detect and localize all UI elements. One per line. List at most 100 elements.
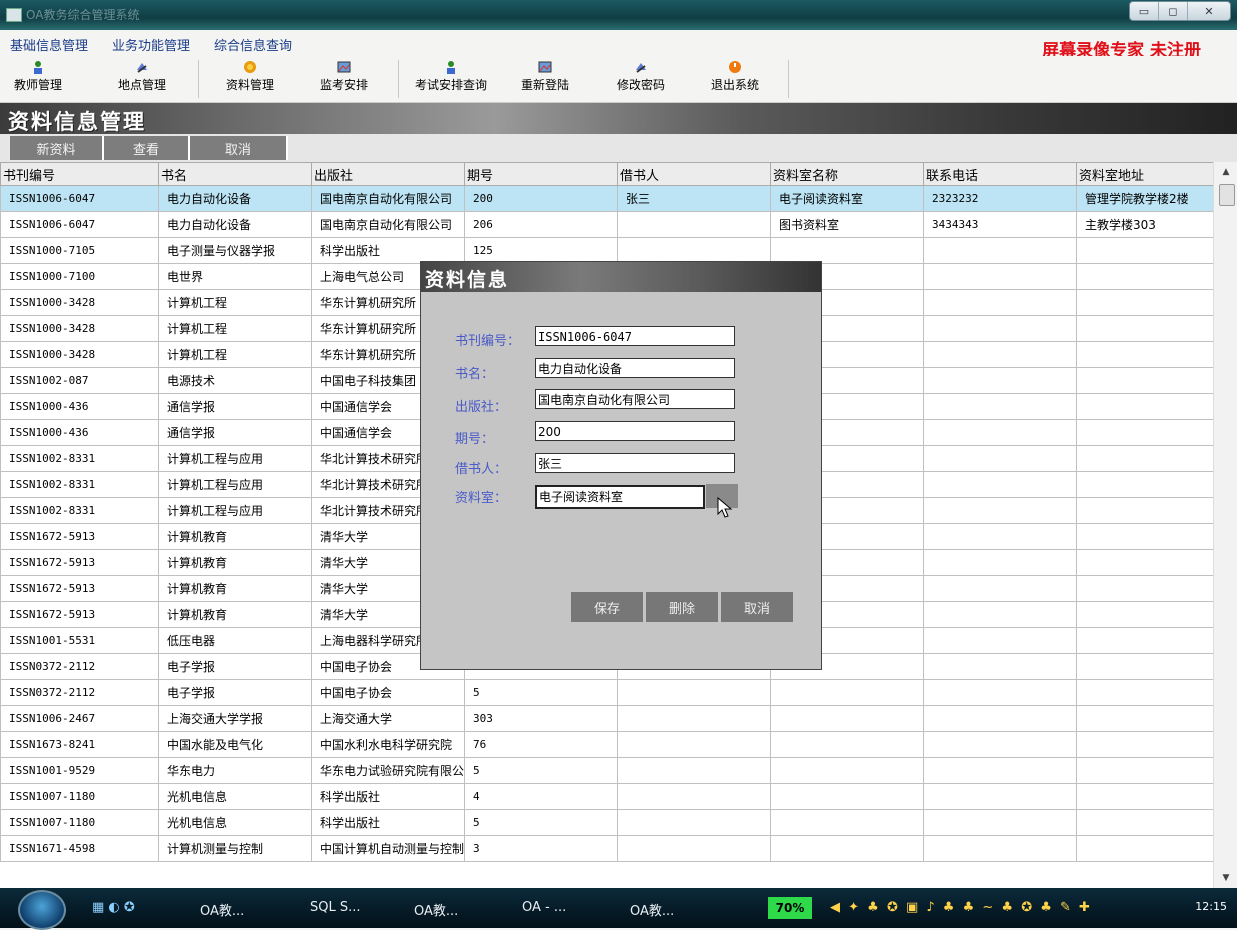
table-cell[interactable]: ISSN1002-087 (0, 367, 159, 394)
table-cell[interactable]: ISSN1002-8331 (0, 497, 159, 524)
table-cell[interactable] (1076, 263, 1213, 290)
table-cell[interactable]: 125 (464, 237, 618, 264)
task-oa-2[interactable]: OA教... (414, 900, 458, 919)
table-cell[interactable]: ISSN1000-436 (0, 393, 159, 420)
menu-query[interactable]: 综合信息查询 (214, 35, 292, 54)
table-cell[interactable]: 2323232 (923, 185, 1077, 212)
table-cell[interactable]: 通信学报 (158, 393, 312, 420)
table-cell[interactable]: 图书资料室 (770, 211, 924, 238)
column-header[interactable]: 书名 (158, 162, 312, 186)
menu-business[interactable]: 业务功能管理 (112, 35, 190, 54)
table-cell[interactable] (617, 757, 771, 784)
table-cell[interactable]: 上海交通大学学报 (158, 705, 312, 732)
table-cell[interactable] (923, 367, 1077, 394)
table-cell[interactable]: 中国水能及电气化 (158, 731, 312, 758)
table-cell[interactable]: 计算机工程与应用 (158, 445, 312, 472)
table-cell[interactable]: 光机电信息 (158, 809, 312, 836)
table-cell[interactable] (923, 289, 1077, 316)
table-cell[interactable] (617, 237, 771, 264)
table-row[interactable]: ISSN1006-6047 电力自动化设备 国电南京自动化有限公司 206 图书资料室 3… (0, 211, 1213, 238)
table-cell[interactable]: 计算机工程与应用 (158, 471, 312, 498)
scroll-up-icon[interactable]: ▲ (1214, 162, 1237, 182)
table-cell[interactable] (1076, 419, 1213, 446)
material-manage-button[interactable]: 资料管理 (218, 60, 282, 93)
task-oa-1[interactable]: OA教... (200, 900, 244, 919)
table-row[interactable]: ISSN1001-9529 华东电力 华东电力试验研究院有限公司 5 (0, 757, 1213, 784)
table-cell[interactable]: 国电南京自动化有限公司 (311, 185, 465, 212)
table-row[interactable]: ISSN1007-1180 光机电信息 科学出版社 4 (0, 783, 1213, 810)
table-cell[interactable] (923, 627, 1077, 654)
delete-button[interactable]: 删除 (646, 592, 718, 622)
table-cell[interactable]: ISSN1001-9529 (0, 757, 159, 784)
maximize-icon[interactable]: ◻ (1159, 2, 1188, 20)
table-cell[interactable] (770, 237, 924, 264)
table-cell[interactable] (617, 705, 771, 732)
table-cell[interactable]: ISSN1000-3428 (0, 315, 159, 342)
table-cell[interactable] (923, 679, 1077, 706)
quicklaunch-icon[interactable]: ▦ ◐ ✪ (92, 900, 135, 915)
table-cell[interactable]: ISSN1672-5913 (0, 549, 159, 576)
column-header[interactable]: 书刊编号 (0, 162, 159, 186)
table-cell[interactable]: 电世界 (158, 263, 312, 290)
table-cell[interactable]: ISSN1002-8331 (0, 445, 159, 472)
table-cell[interactable] (923, 237, 1077, 264)
task-oa-3[interactable]: OA - ... (522, 900, 566, 915)
table-cell[interactable] (923, 601, 1077, 628)
table-cell[interactable]: ISSN1006-6047 (0, 185, 159, 212)
table-cell[interactable]: ISSN1006-2467 (0, 705, 159, 732)
table-cell[interactable]: ISSN1672-5913 (0, 575, 159, 602)
table-cell[interactable] (923, 757, 1077, 784)
table-cell[interactable]: ISSN1007-1180 (0, 783, 159, 810)
table-cell[interactable]: 电子阅读资料室 (770, 185, 924, 212)
vertical-scrollbar[interactable]: ▲ ▼ (1213, 162, 1237, 888)
table-cell[interactable] (923, 809, 1077, 836)
table-cell[interactable]: 206 (464, 211, 618, 238)
table-cell[interactable]: 电源技术 (158, 367, 312, 394)
table-cell[interactable] (1076, 783, 1213, 810)
exit-system-button[interactable]: 退出系统 (704, 60, 766, 93)
exam-query-button[interactable]: 考试安排查询 (406, 60, 496, 93)
table-cell[interactable] (770, 731, 924, 758)
battery-indicator[interactable]: 70% (768, 897, 812, 919)
table-cell[interactable]: 华东电力 (158, 757, 312, 784)
table-cell[interactable]: 通信学报 (158, 419, 312, 446)
table-cell[interactable]: 计算机教育 (158, 523, 312, 550)
table-cell[interactable]: 200 (464, 185, 618, 212)
table-cell[interactable]: 5 (464, 757, 618, 784)
task-sql[interactable]: SQL S... (310, 900, 361, 915)
monitor-schedule-button[interactable]: 监考安排 (314, 60, 374, 93)
table-cell[interactable]: 主教学楼303 (1076, 211, 1213, 238)
issue-field[interactable]: 200 (535, 421, 735, 441)
table-cell[interactable]: 中国计算机自动测量与控制技术协会 (311, 835, 465, 862)
table-cell[interactable] (1076, 575, 1213, 602)
table-cell[interactable] (1076, 809, 1213, 836)
table-cell[interactable]: ISSN0372-2112 (0, 679, 159, 706)
table-cell[interactable]: 光机电信息 (158, 783, 312, 810)
table-row[interactable]: ISSN1671-4598计算机测量与控制中国计算机自动测量与控制技术协会3 (0, 835, 1213, 862)
table-row[interactable]: ISSN1006-2467 上海交通大学学报 上海交通大学 303 (0, 705, 1213, 732)
table-cell[interactable]: 中国电子协会 (311, 679, 465, 706)
column-header[interactable]: 借书人 (617, 162, 771, 186)
table-cell[interactable]: 张三 (617, 185, 771, 212)
table-cell[interactable]: ISSN1000-7100 (0, 263, 159, 290)
column-header[interactable]: 资料室名称 (770, 162, 924, 186)
column-header[interactable]: 资料室地址 (1076, 162, 1213, 186)
table-row[interactable]: ISSN1006-6047 电力自动化设备 国电南京自动化有限公司 200 张三 电子阅读… (0, 185, 1213, 212)
start-orb-icon[interactable] (18, 890, 66, 930)
table-cell[interactable]: 上海交通大学 (311, 705, 465, 732)
borrower-field[interactable]: 张三 (535, 453, 735, 473)
table-cell[interactable]: ISSN1006-6047 (0, 211, 159, 238)
table-cell[interactable] (770, 679, 924, 706)
table-cell[interactable] (617, 211, 771, 238)
table-cell[interactable]: 计算机教育 (158, 575, 312, 602)
table-cell[interactable] (1076, 341, 1213, 368)
table-cell[interactable]: ISSN1672-5913 (0, 523, 159, 550)
table-cell[interactable] (923, 549, 1077, 576)
task-oa-4[interactable]: OA教... (630, 900, 674, 919)
table-cell[interactable] (1076, 315, 1213, 342)
menu-basic-info[interactable]: 基础信息管理 (10, 35, 88, 54)
table-cell[interactable] (1076, 757, 1213, 784)
table-cell[interactable] (923, 835, 1077, 862)
table-cell[interactable]: 电子学报 (158, 679, 312, 706)
table-cell[interactable]: 计算机教育 (158, 601, 312, 628)
